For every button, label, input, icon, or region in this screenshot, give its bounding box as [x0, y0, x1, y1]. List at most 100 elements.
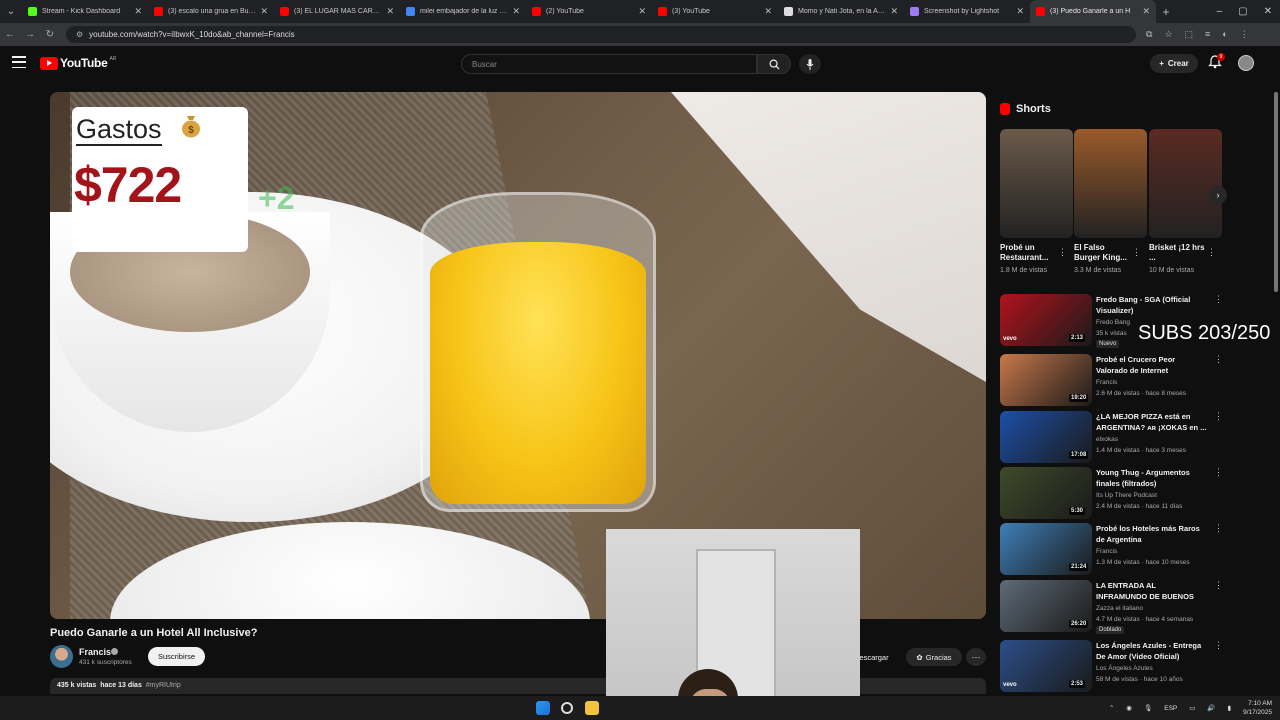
tab-close-icon[interactable]: ✕ — [890, 6, 898, 17]
expenses-overlay-delta: +2 — [258, 180, 295, 216]
browser-tab[interactable]: (2) YouTube ✕ — [526, 0, 652, 23]
youtube-logo[interactable]: YouTube AR — [40, 56, 116, 70]
volume-icon[interactable]: 🔊 — [1207, 704, 1215, 712]
subscribe-button[interactable]: Suscribirse — [148, 647, 205, 666]
browser-tab[interactable]: (3) YouTube ✕ — [652, 0, 778, 23]
tab-close-icon[interactable]: ✕ — [260, 6, 268, 17]
keyboard-language[interactable]: ESP — [1164, 705, 1177, 712]
video-channel[interactable]: elxokas — [1096, 436, 1118, 443]
channel-avatar[interactable] — [50, 645, 73, 668]
thanks-button[interactable]: ✿ Gracias — [906, 648, 962, 666]
back-button[interactable]: ← — [0, 29, 20, 40]
tray-app-icon[interactable]: ◉ — [1126, 704, 1132, 712]
tab-close-icon[interactable]: ✕ — [764, 6, 772, 17]
recommended-video[interactable]: 17:08 ¿LA MEJOR PIZZA está en ARGENTINA?… — [1000, 411, 1230, 467]
recommended-video[interactable]: 19:20 Probé el Crucero Peor Valorado de … — [1000, 354, 1230, 410]
search-input[interactable]: Buscar — [461, 54, 757, 74]
voice-search-button[interactable] — [799, 54, 821, 74]
video-channel[interactable]: Its Up There Podcast — [1096, 492, 1157, 499]
page-scrollbar[interactable] — [1272, 82, 1280, 696]
video-menu-icon[interactable]: ⋮ — [1214, 354, 1223, 365]
short-title[interactable]: Brisket ¡12 hrs ... — [1149, 243, 1205, 263]
video-title-link[interactable]: Fredo Bang - SGA (Official Visualizer) — [1096, 294, 1208, 316]
browser-tab[interactable]: milei embajador de la luz - Bu ✕ — [400, 0, 526, 23]
channel-name[interactable]: Francis — [79, 647, 111, 657]
video-menu-icon[interactable]: ⋮ — [1214, 523, 1223, 534]
tray-mic-icon[interactable]: 🎙 — [1144, 704, 1152, 712]
search-button[interactable] — [757, 54, 791, 74]
tray-chevron-icon[interactable]: ⌃ — [1109, 704, 1114, 712]
chrome-menu-icon[interactable]: ⋮ — [1240, 29, 1249, 40]
video-menu-icon[interactable]: ⋮ — [1214, 467, 1223, 478]
account-avatar[interactable] — [1238, 55, 1254, 71]
short-menu-icon[interactable]: ⋮ — [1058, 247, 1067, 258]
browser-tab[interactable]: Momo y Nati Jota, en la Antá ✕ — [778, 0, 904, 23]
recommended-video[interactable]: 5:30 Young Thug - Argumentos finales (fi… — [1000, 467, 1230, 523]
short-menu-icon[interactable]: ⋮ — [1207, 247, 1216, 258]
video-channel[interactable]: Fredo Bang — [1096, 319, 1130, 326]
video-title-link[interactable]: Los Ángeles Azules - Entrega De Amor (Vi… — [1096, 640, 1208, 662]
windows-start-icon[interactable] — [536, 701, 550, 715]
short-title[interactable]: El Falso Burger King... — [1074, 243, 1130, 263]
minimize-button[interactable]: – — [1217, 6, 1223, 17]
new-tab-button[interactable]: + — [1156, 5, 1176, 19]
forward-button[interactable]: → — [20, 29, 40, 40]
video-title-link[interactable]: Probé el Crucero Peor Valorado de Intern… — [1096, 354, 1208, 376]
tab-close-icon[interactable]: ✕ — [512, 6, 520, 17]
short-thumbnail[interactable] — [1000, 129, 1073, 238]
video-channel[interactable]: Francis — [1096, 548, 1117, 555]
video-title-link[interactable]: LA ENTRADA AL INFRAMUNDO DE BUENOS AIRES… — [1096, 580, 1208, 602]
profile-icon[interactable]: ◐ — [1222, 29, 1227, 40]
video-menu-icon[interactable]: ⋮ — [1214, 294, 1223, 305]
tab-search-button[interactable]: ⌄ — [0, 0, 22, 23]
tab-close-icon[interactable]: ✕ — [386, 6, 394, 17]
video-menu-icon[interactable]: ⋮ — [1214, 580, 1223, 591]
shorts-next-button[interactable]: › — [1209, 186, 1227, 204]
video-channel[interactable]: Los Ángeles Azules — [1096, 665, 1153, 672]
video-channel[interactable]: Francis — [1096, 379, 1117, 386]
recommended-video[interactable]: 26:20 LA ENTRADA AL INFRAMUNDO DE BUENOS… — [1000, 580, 1230, 636]
menu-icon[interactable] — [12, 56, 26, 68]
maximize-button[interactable]: ▢ — [1238, 6, 1247, 17]
short-menu-icon[interactable]: ⋮ — [1132, 247, 1141, 258]
bookmark-star-icon[interactable]: ☆ — [1164, 29, 1172, 40]
scrollbar-thumb[interactable] — [1274, 92, 1278, 292]
more-actions-button[interactable]: ⋯ — [966, 648, 986, 666]
recommended-video[interactable]: 21:24 Probé los Hoteles más Raros de Arg… — [1000, 523, 1230, 579]
browser-tab[interactable]: Stream - Kick Dashboard ✕ — [22, 0, 148, 23]
extensions-icon[interactable]: ⬚ — [1185, 29, 1194, 40]
tab-close-icon[interactable]: ✕ — [638, 6, 646, 17]
browser-tab[interactable]: (3) Puedo Ganarle a un H ✕ — [1030, 0, 1156, 23]
video-title-link[interactable]: ¿LA MEJOR PIZZA está en ARGENTINA? ᴀʀ ¡X… — [1096, 411, 1208, 433]
video-menu-icon[interactable]: ⋮ — [1214, 640, 1223, 651]
close-window-button[interactable]: ✕ — [1264, 6, 1272, 17]
site-info-icon[interactable]: ⚙ — [76, 30, 83, 39]
browser-tab[interactable]: Screenshot by Lightshot ✕ — [904, 0, 1030, 23]
short-title[interactable]: Probé un Restaurant... — [1000, 243, 1056, 263]
cast-icon[interactable]: ⧉ — [1146, 29, 1152, 40]
system-clock[interactable]: 7:10 AM 9/17/2025 — [1243, 699, 1272, 717]
tab-close-icon[interactable]: ✕ — [134, 6, 142, 17]
reload-button[interactable]: ↻ — [40, 29, 60, 40]
browser-tab[interactable]: (3) EL LUGAR MÁS CARO DE ✕ — [274, 0, 400, 23]
hashtag-link[interactable]: #myRIUtrip — [146, 682, 181, 689]
media-icon[interactable]: ≡ — [1205, 29, 1210, 40]
battery-icon[interactable]: ▮ — [1228, 704, 1232, 712]
short-thumbnail[interactable] — [1149, 129, 1222, 238]
browser-tab[interactable]: (3) escalo una grua en Buenos ✕ — [148, 0, 274, 23]
video-title-link[interactable]: Young Thug - Argumentos finales (filtrad… — [1096, 467, 1208, 489]
address-bar[interactable]: ⚙ youtube.com/watch?v=iIbwxK_10do&ab_cha… — [66, 26, 1136, 43]
short-card[interactable]: Probé un Restaurant... 1.8 M de vistas ⋮ — [1000, 129, 1073, 274]
taskbar-search-icon[interactable] — [561, 702, 573, 714]
video-title-link[interactable]: Probé los Hoteles más Raros de Argentina — [1096, 523, 1208, 545]
tab-close-icon[interactable]: ✕ — [1142, 6, 1150, 17]
create-button[interactable]: + Crear — [1150, 54, 1198, 73]
tab-close-icon[interactable]: ✕ — [1016, 6, 1024, 17]
video-menu-icon[interactable]: ⋮ — [1214, 411, 1223, 422]
short-card[interactable]: El Falso Burger King... 3.3 M de vistas … — [1074, 129, 1147, 274]
recommended-video[interactable]: 2:53 Los Ángeles Azules - Entrega De Amo… — [1000, 640, 1230, 696]
network-icon[interactable]: ▭ — [1189, 704, 1195, 712]
short-thumbnail[interactable] — [1074, 129, 1147, 238]
video-channel[interactable]: Zazza el italiano — [1096, 605, 1143, 612]
file-explorer-icon[interactable] — [585, 701, 599, 715]
